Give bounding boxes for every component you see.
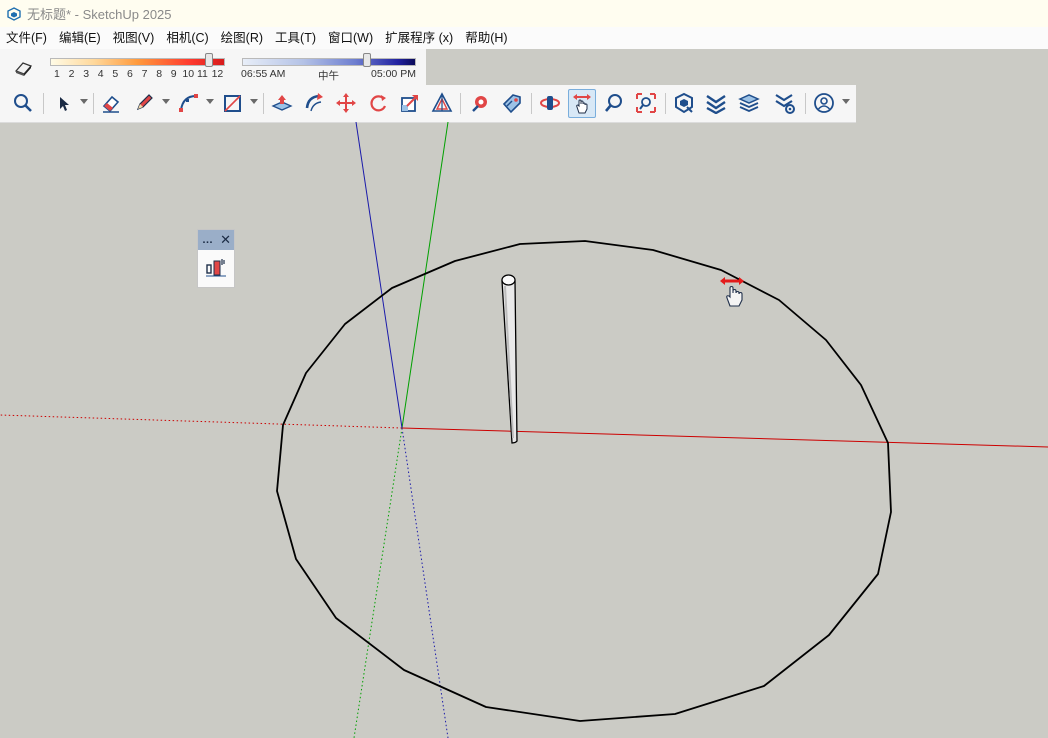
- time-slider-thumb[interactable]: [362, 53, 371, 67]
- sandbox-tool-icon[interactable]: [198, 250, 234, 286]
- month-tick: 12: [211, 68, 224, 80]
- green-axis-negative: [353, 427, 403, 738]
- floating-toolbar: … ✕: [197, 229, 235, 288]
- move-icon[interactable]: [333, 89, 359, 116]
- menu-bar: 文件(F) 编辑(E) 视图(V) 相机(C) 绘图(R) 工具(T) 窗口(W…: [0, 27, 1048, 49]
- title-bar: 无标题* - SketchUp 2025: [0, 0, 1048, 27]
- month-tick: 2: [68, 68, 75, 80]
- arc-icon[interactable]: [175, 89, 201, 116]
- time-noon-label: 中午: [318, 70, 339, 82]
- rectangle-icon[interactable]: [219, 89, 245, 116]
- menu-file[interactable]: 文件(F): [0, 27, 53, 49]
- extension-warehouse-icon[interactable]: [703, 89, 729, 116]
- month-tick: 8: [156, 68, 163, 80]
- month-tick: 10: [182, 68, 195, 80]
- month-tick: 11: [197, 68, 208, 80]
- push-pull-icon[interactable]: [269, 89, 295, 116]
- scale-icon[interactable]: [397, 89, 423, 116]
- menu-draw[interactable]: 绘图(R): [215, 27, 269, 49]
- time-end-label: 05:00 PM: [371, 68, 416, 80]
- month-tick-labels: 1 2 3 4 5 6 7 8 9 10 11 12: [50, 68, 228, 80]
- rotate-icon[interactable]: [365, 89, 391, 116]
- zoom-icon[interactable]: [601, 89, 627, 116]
- red-axis: [401, 427, 1048, 448]
- warehouse-icon[interactable]: [671, 89, 697, 116]
- red-axis-negative: [0, 414, 403, 429]
- main-toolbar: [0, 85, 856, 123]
- layout-icon[interactable]: [736, 89, 762, 116]
- pencil-icon[interactable]: [131, 89, 157, 116]
- menu-view[interactable]: 视图(V): [107, 27, 161, 49]
- month-tick: 3: [83, 68, 90, 80]
- month-slider-track[interactable]: [50, 58, 225, 66]
- paint-bucket-icon[interactable]: [467, 89, 493, 116]
- menu-tools[interactable]: 工具(T): [269, 27, 322, 49]
- zoom-window-icon[interactable]: [633, 89, 659, 116]
- shadow-toggle-icon[interactable]: [11, 56, 35, 78]
- blue-axis: [355, 122, 403, 429]
- orbit-icon[interactable]: [537, 89, 563, 116]
- extension-manager-icon[interactable]: [772, 89, 798, 116]
- follow-me-icon[interactable]: [301, 89, 327, 116]
- menu-camera[interactable]: 相机(C): [160, 27, 214, 49]
- blue-axis-negative: [401, 427, 449, 738]
- account-icon[interactable]: [811, 89, 837, 116]
- menu-extensions[interactable]: 扩展程序 (x): [379, 27, 459, 49]
- green-axis: [401, 122, 449, 429]
- month-tick: 7: [141, 68, 148, 80]
- pan-cursor-icon: [720, 277, 744, 307]
- menu-window[interactable]: 窗口(W): [322, 27, 379, 49]
- month-tick: 6: [127, 68, 133, 80]
- pan-icon[interactable]: [568, 89, 596, 118]
- time-start-label: 06:55 AM: [241, 68, 286, 80]
- floating-toolbar-header[interactable]: … ✕: [198, 230, 234, 250]
- eraser-icon[interactable]: [98, 89, 124, 116]
- month-tick: 4: [97, 68, 104, 80]
- zoom-extents-icon[interactable]: [10, 89, 36, 116]
- cylinder-top: [501, 274, 516, 286]
- drawing-canvas[interactable]: [0, 122, 1048, 738]
- window-title: 无标题* - SketchUp 2025: [27, 7, 172, 22]
- menu-help[interactable]: 帮助(H): [459, 27, 513, 49]
- offset-icon[interactable]: [429, 89, 455, 116]
- close-icon[interactable]: ✕: [220, 233, 231, 246]
- more-icon[interactable]: …: [202, 235, 213, 246]
- month-tick: 5: [112, 68, 119, 80]
- time-slider-track[interactable]: [242, 58, 416, 66]
- circle-edge: [276, 240, 892, 722]
- select-icon[interactable]: [50, 89, 76, 116]
- month-slider-thumb[interactable]: [205, 53, 213, 67]
- month-tick: 9: [170, 68, 177, 80]
- month-tick: 1: [54, 68, 60, 80]
- sketchup-logo-icon: [7, 6, 21, 21]
- menu-edit[interactable]: 编辑(E): [53, 27, 107, 49]
- tag-icon[interactable]: [499, 89, 525, 116]
